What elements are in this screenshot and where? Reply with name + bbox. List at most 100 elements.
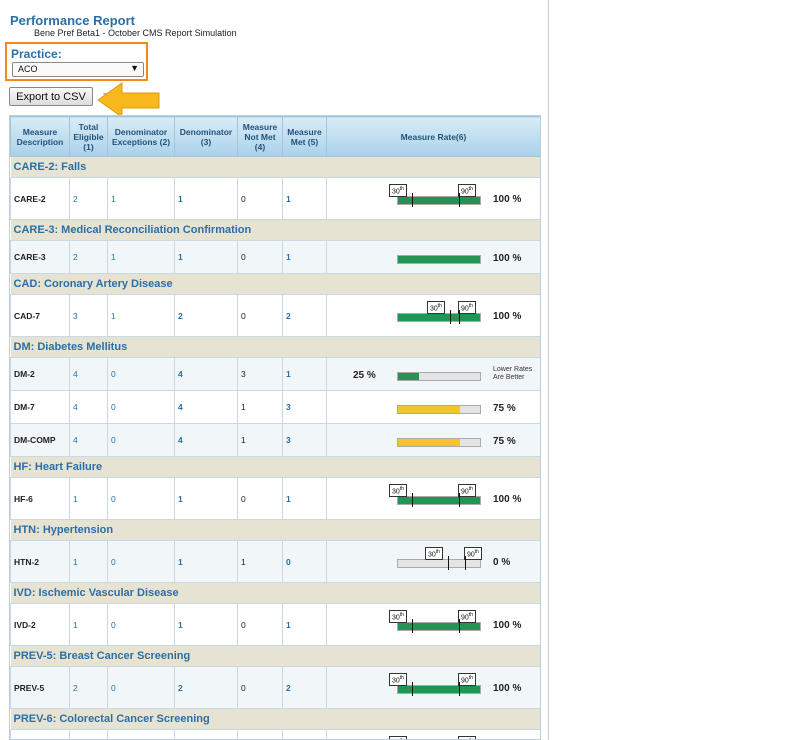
denominator-exceptions-cell: 1	[107, 240, 175, 274]
measure-met-cell: 1	[282, 357, 327, 391]
percentile-90-tick	[459, 493, 460, 507]
rate-value: 75 %	[493, 436, 516, 447]
table-row[interactable]: CAD-7 3 1 2 0 2 30th 90th 100 %	[10, 294, 540, 337]
section-title: PREV-6: Colorectal Cancer Screening	[10, 708, 540, 730]
col-total-eligible[interactable]: Total Eligible (1)	[69, 116, 108, 157]
rate-bar	[397, 438, 481, 447]
col-measure-met[interactable]: Measure Met (5)	[282, 116, 327, 157]
measure-rate-cell: 30th 90th 100 %	[326, 666, 540, 709]
denominator-exceptions-cell: 0	[107, 477, 175, 520]
col-denominator[interactable]: Denominator (3)	[174, 116, 238, 157]
percentile-90-marker: 90th	[458, 736, 476, 739]
table-row[interactable]: DM-7 4 0 4 1 3 75 %	[10, 390, 540, 424]
measure-rate-cell: 30th 90th 0 %	[326, 540, 540, 583]
table-row[interactable]: 30th 90th	[10, 729, 540, 739]
percentile-30-tick	[448, 556, 449, 570]
total-eligible-cell: 2	[69, 666, 108, 709]
section-header: PREV-5: Breast Cancer Screening	[10, 645, 540, 667]
total-eligible-cell: 2	[69, 177, 108, 220]
denominator-exceptions-cell	[107, 729, 175, 739]
percentile-30-tick	[412, 193, 413, 207]
report-table-container: Measure Description Total Eligible (1) D…	[9, 115, 541, 740]
col-measure-description[interactable]: Measure Description	[10, 116, 70, 157]
rate-value: 25 %	[353, 370, 376, 381]
rate-bar	[397, 313, 481, 322]
rate-bar-fill	[398, 497, 480, 504]
measure-code[interactable]: CAD-7	[10, 294, 70, 337]
denominator-cell: 2	[174, 666, 238, 709]
measure-code[interactable]: CARE-3	[10, 240, 70, 274]
measure-met-cell: 1	[282, 240, 327, 274]
page-subtitle: Bene Pref Beta1 - October CMS Report Sim…	[34, 28, 237, 38]
denominator-cell: 1	[174, 477, 238, 520]
rate-bar-fill	[398, 623, 480, 630]
rate-value: 0 %	[493, 557, 511, 568]
table-row[interactable]: HF-6 1 0 1 0 1 30th 90th 100 %	[10, 477, 540, 520]
percentile-30-marker: 30th	[389, 484, 407, 498]
rate-bar-fill	[398, 439, 460, 446]
measure-code[interactable]: PREV-5	[10, 666, 70, 709]
measure-code[interactable]: DM-COMP	[10, 423, 70, 457]
rate-bar	[397, 685, 481, 694]
denominator-cell: 1	[174, 540, 238, 583]
measure-met-cell: 1	[282, 603, 327, 646]
measure-code[interactable]: CARE-2	[10, 177, 70, 220]
percentile-30-marker: 30th	[425, 547, 443, 561]
denominator-exceptions-cell: 0	[107, 390, 175, 424]
practice-select[interactable]: ACO ▼	[12, 62, 144, 77]
measure-rate-cell: 25 % Lower Rates Are Better	[326, 357, 540, 391]
col-measure-not-met[interactable]: Measure Not Met (4)	[237, 116, 283, 157]
practice-highlight-box: Practice: ACO ▼	[5, 42, 148, 81]
rate-bar-fill	[398, 197, 480, 204]
percentile-90-marker: 90th	[464, 547, 482, 561]
report-table: Measure Description Total Eligible (1) D…	[10, 116, 540, 739]
rate-value: 100 %	[493, 311, 522, 322]
measure-rate-cell: 30th 90th	[326, 729, 540, 739]
left-arrow-icon	[97, 82, 160, 118]
percentile-30-tick	[412, 619, 413, 633]
rate-bar	[397, 196, 481, 205]
table-row[interactable]: DM-COMP 4 0 4 1 3 75 %	[10, 423, 540, 457]
denominator-exceptions-cell: 0	[107, 603, 175, 646]
table-row[interactable]: CARE-3 2 1 1 0 1 100 %	[10, 240, 540, 274]
section-title: CAD: Coronary Artery Disease	[10, 273, 540, 295]
measure-not-met-cell: 1	[237, 390, 283, 424]
export-csv-button[interactable]: Export to CSV	[9, 87, 93, 106]
table-row[interactable]: CARE-2 2 1 1 0 1 30th 90th 100 %	[10, 177, 540, 220]
measure-not-met-cell: 0	[237, 177, 283, 220]
percentile-30-marker: 30th	[427, 301, 445, 315]
rate-bar-fill	[398, 314, 480, 321]
denominator-cell: 1	[174, 240, 238, 274]
rate-bar	[397, 405, 481, 414]
section-header: PREV-6: Colorectal Cancer Screening	[10, 708, 540, 730]
table-row[interactable]: HTN-2 1 0 1 1 0 30th 90th 0 %	[10, 540, 540, 583]
practice-selected-value: ACO	[18, 64, 38, 74]
measure-code[interactable]: DM-2	[10, 357, 70, 391]
measure-not-met-cell: 0	[237, 666, 283, 709]
measure-code[interactable]: HTN-2	[10, 540, 70, 583]
col-denominator-exceptions[interactable]: Denominator Exceptions (2)	[107, 116, 175, 157]
denominator-cell: 4	[174, 357, 238, 391]
denominator-cell: 4	[174, 390, 238, 424]
measure-rate-cell: 100 %	[326, 240, 540, 274]
percentile-30-marker: 30th	[389, 673, 407, 687]
measure-code[interactable]	[10, 729, 70, 739]
denominator-exceptions-cell: 1	[107, 177, 175, 220]
percentile-90-marker: 90th	[458, 484, 476, 498]
table-row[interactable]: PREV-5 2 0 2 0 2 30th 90th 100 %	[10, 666, 540, 709]
table-row[interactable]: IVD-2 1 0 1 0 1 30th 90th 100 %	[10, 603, 540, 646]
measure-not-met-cell: 0	[237, 294, 283, 337]
section-title: IVD: Ischemic Vascular Disease	[10, 582, 540, 604]
measure-not-met-cell	[237, 729, 283, 739]
table-row[interactable]: DM-2 4 0 4 3 1 25 % Lower Rates Are Better	[10, 357, 540, 391]
measure-code[interactable]: DM-7	[10, 390, 70, 424]
measure-rate-cell: 30th 90th 100 %	[326, 177, 540, 220]
measure-code[interactable]: HF-6	[10, 477, 70, 520]
denominator-cell	[174, 729, 238, 739]
denominator-cell: 1	[174, 603, 238, 646]
measure-not-met-cell: 3	[237, 357, 283, 391]
rate-value: 100 %	[493, 620, 522, 631]
col-measure-rate[interactable]: Measure Rate(6)	[326, 116, 540, 157]
measure-code[interactable]: IVD-2	[10, 603, 70, 646]
total-eligible-cell: 4	[69, 423, 108, 457]
